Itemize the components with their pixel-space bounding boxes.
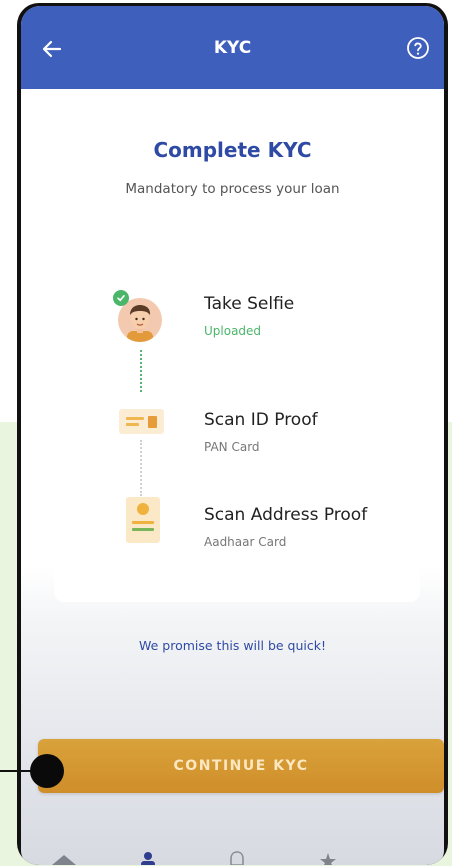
help-button[interactable] <box>404 34 432 62</box>
continue-kyc-button[interactable]: CONTINUE KYC <box>38 739 444 793</box>
app-bar: KYC <box>21 6 444 89</box>
progress-connector <box>140 350 142 392</box>
bell-icon[interactable] <box>226 849 248 865</box>
id-card-icon <box>119 409 164 434</box>
progress-connector-pending <box>140 440 142 496</box>
phone-frame: KYC Complete KYC Mandatory to process yo… <box>17 3 448 865</box>
promise-text: We promise this will be quick! <box>138 638 326 653</box>
annotation-pointer-dot <box>30 754 64 788</box>
step-address-title[interactable]: Scan Address Proof <box>204 505 367 525</box>
star-icon[interactable] <box>317 849 339 865</box>
page-title: KYC <box>213 38 252 58</box>
step-selfie-title[interactable]: Take Selfie <box>204 294 294 314</box>
kyc-subheading: Mandatory to process your loan <box>125 181 340 197</box>
question-circle-icon <box>407 37 429 59</box>
step-address-status: Aadhaar Card <box>204 535 287 549</box>
step-id-status: PAN Card <box>204 440 260 454</box>
address-document-icon <box>126 497 160 543</box>
completed-check-icon <box>113 290 129 306</box>
kyc-heading: Complete KYC <box>153 138 312 162</box>
profile-icon[interactable] <box>139 849 157 865</box>
app-screen: KYC Complete KYC Mandatory to process yo… <box>21 6 444 865</box>
kyc-steps-card: Take Selfie Uploaded Scan ID Proof PAN C… <box>54 242 420 602</box>
step-id-title[interactable]: Scan ID Proof <box>204 410 318 430</box>
home-icon[interactable] <box>49 849 79 865</box>
step-selfie-status: Uploaded <box>204 324 262 338</box>
